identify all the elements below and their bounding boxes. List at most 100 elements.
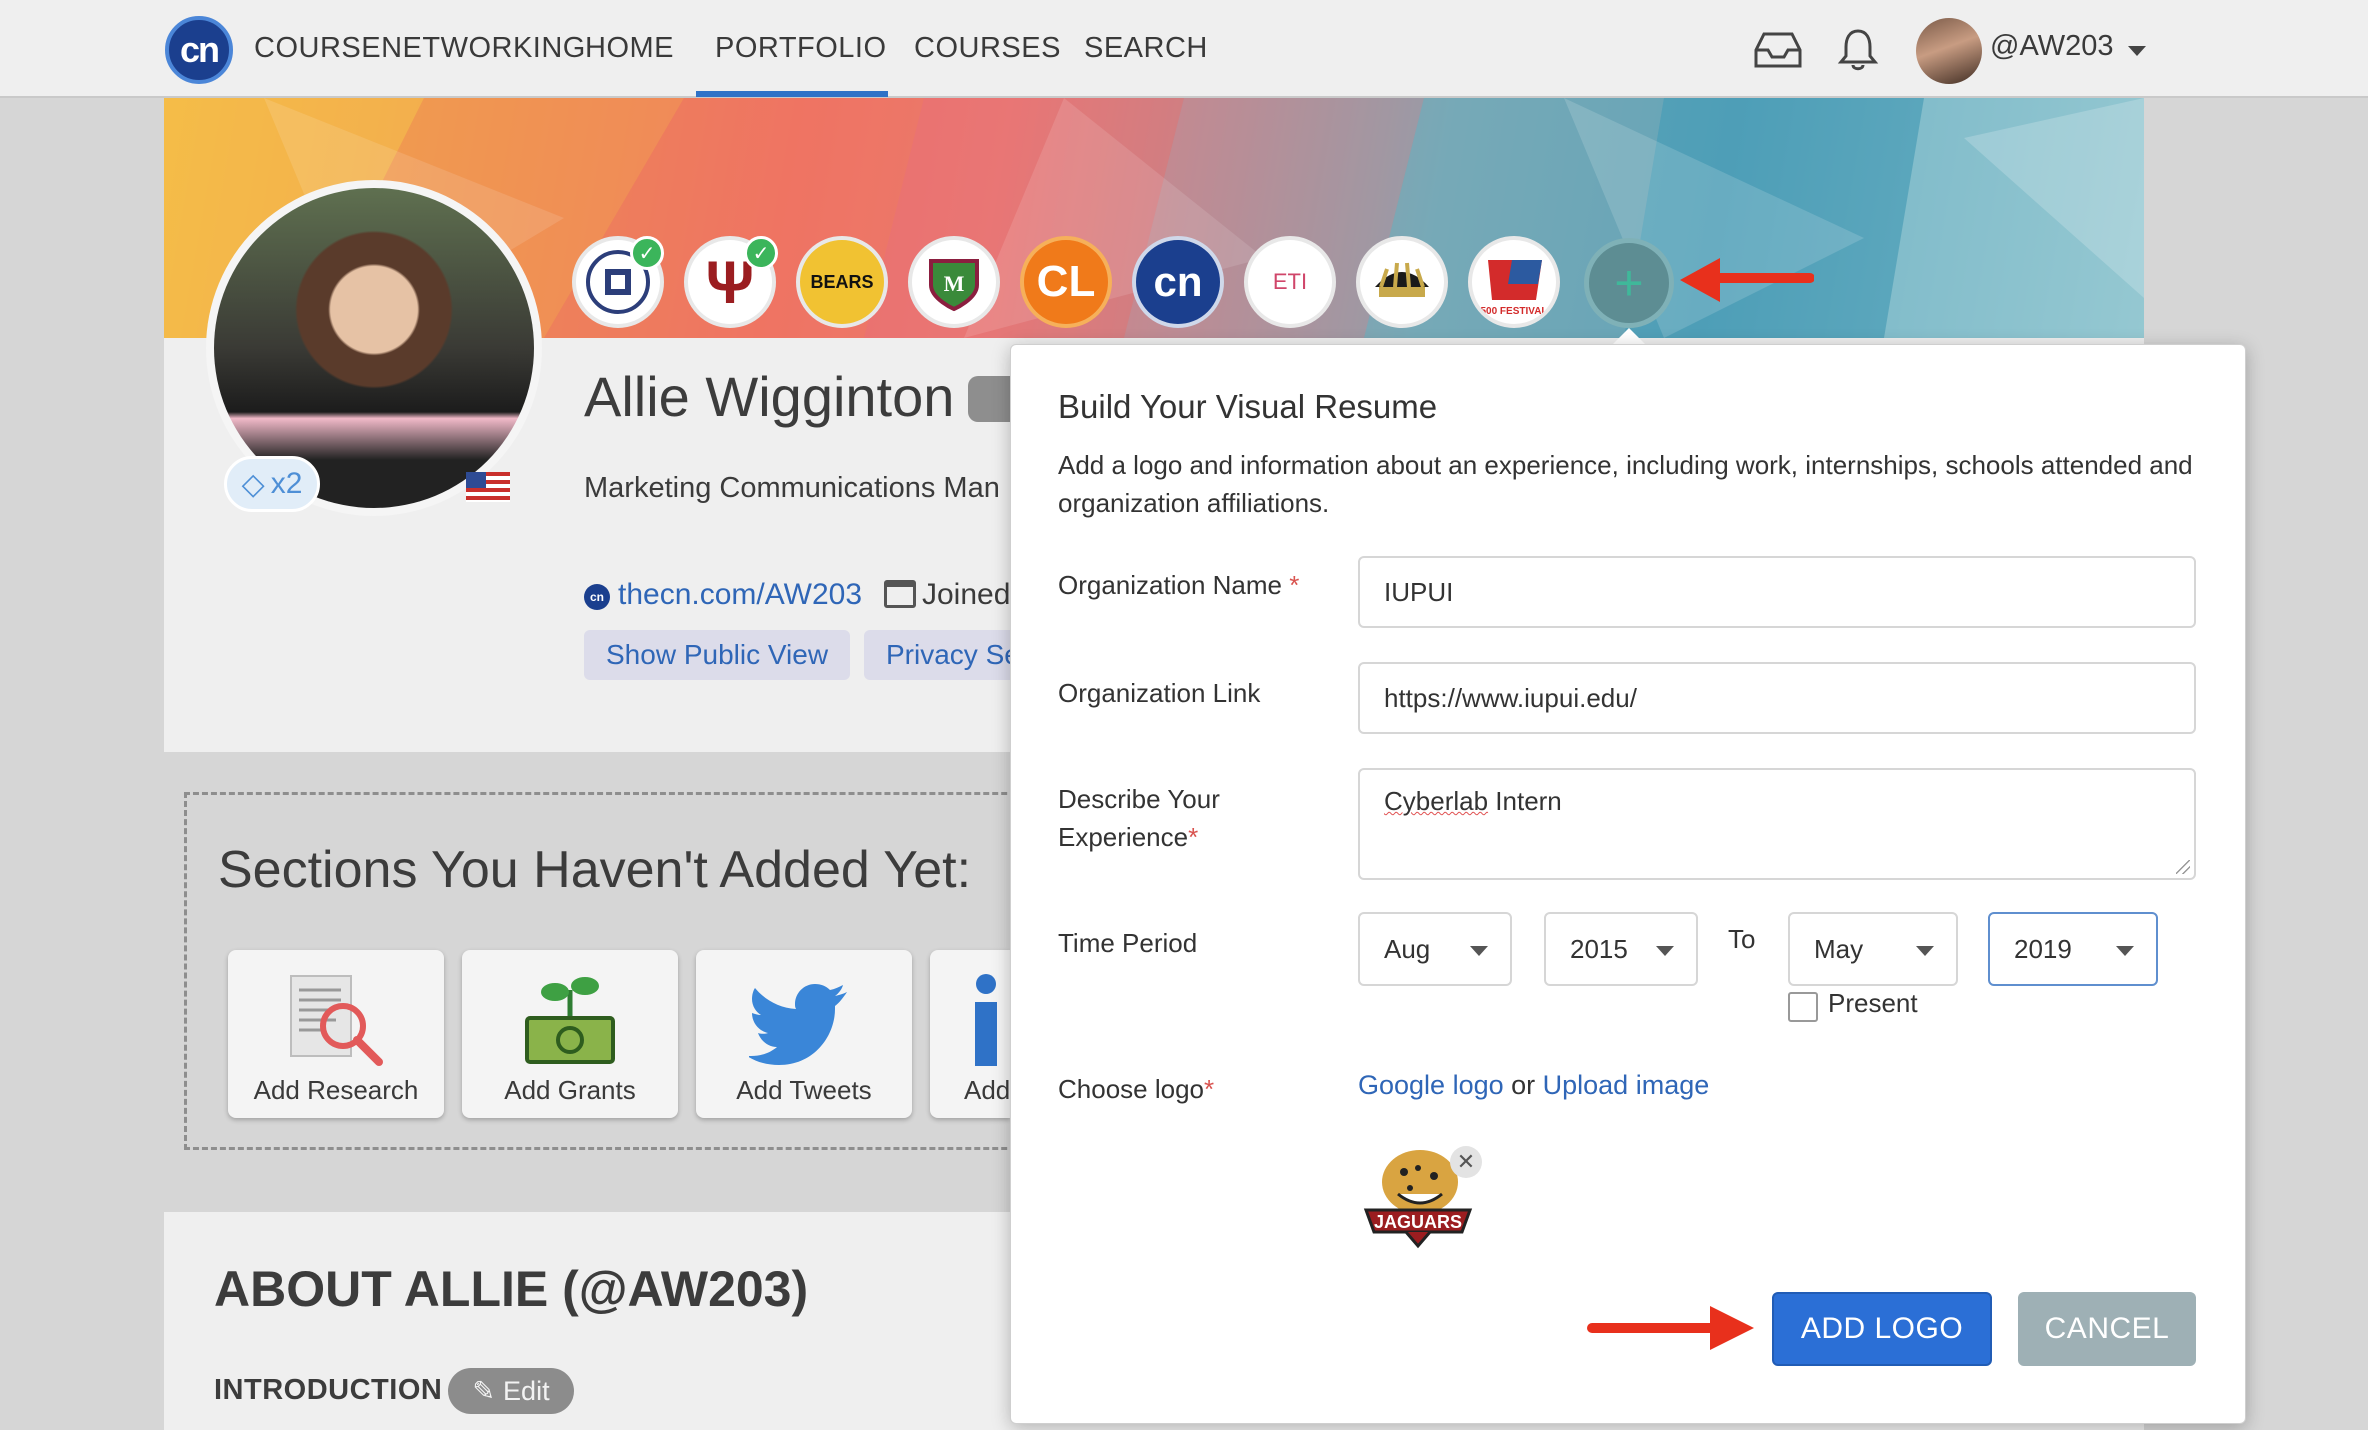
org-logo-school-crest[interactable]: M: [908, 236, 1000, 328]
describe-value-rest: Intern: [1488, 786, 1562, 816]
upload-image-link[interactable]: Upload image: [1543, 1070, 1710, 1100]
sections-title: Sections You Haven't Added Yet:: [218, 841, 972, 899]
required-mark: *: [1188, 822, 1199, 852]
nav-brand[interactable]: COURSENETWORKING: [254, 32, 586, 65]
present-label: Present: [1828, 988, 1918, 1018]
nav-active-indicator: [696, 91, 888, 97]
modal-description: Add a logo and information about an expe…: [1058, 450, 2193, 518]
add-info-tile[interactable]: Add: [930, 950, 1010, 1118]
show-public-view-button[interactable]: Show Public View: [584, 630, 851, 680]
describe-label-line2: Experience*: [1058, 818, 1198, 856]
jaguars-logo-text: JAGUARS: [1374, 1212, 1462, 1232]
end-month-value: May: [1814, 934, 1864, 964]
chevron-down-icon: [2116, 946, 2134, 956]
describe-experience-textarea[interactable]: Cyberlab Intern: [1358, 768, 2196, 880]
cancel-button[interactable]: CANCEL: [2018, 1292, 2196, 1366]
required-mark: *: [1289, 570, 1300, 600]
verified-check-icon: ✓: [744, 236, 778, 270]
resize-handle[interactable]: [2176, 860, 2190, 874]
add-grants-label: Add Grants: [504, 1075, 636, 1105]
edit-label: Edit: [503, 1375, 550, 1406]
or-text: or: [1503, 1070, 1543, 1100]
add-grants-tile[interactable]: Add Grants: [462, 950, 678, 1118]
modal-pointer: [1612, 328, 1646, 345]
nav-portfolio[interactable]: PORTFOLIO: [715, 32, 887, 65]
info-icon: [975, 974, 997, 1066]
research-icon: [290, 975, 383, 1066]
badge-count[interactable]: ◇ x2: [224, 456, 320, 512]
add-tweets-tile[interactable]: Add Tweets: [696, 950, 912, 1118]
verified-check-icon: ✓: [630, 236, 664, 270]
end-year-value: 2019: [2014, 934, 2072, 964]
edit-introduction-button[interactable]: ✎ Edit: [448, 1368, 574, 1414]
describe-value-misspelled: Cyberlab: [1384, 786, 1489, 816]
org-link-input[interactable]: https://www.iupui.edu/: [1358, 662, 2196, 734]
org-logo-500-festival[interactable]: 500 FESTIVAL: [1468, 236, 1560, 328]
nav-home[interactable]: HOME: [585, 32, 674, 65]
google-logo-link[interactable]: Google logo: [1358, 1070, 1504, 1100]
org-logo-bears[interactable]: BEARS: [796, 236, 888, 328]
add-research-label: Add Research: [253, 1075, 419, 1105]
profile-name: Allie Wigginton: [584, 365, 955, 428]
privacy-settings-button[interactable]: Privacy Se: [864, 630, 1010, 680]
org-name-input[interactable]: IUPUI: [1358, 556, 2196, 628]
add-logo-button[interactable]: +: [1584, 238, 1674, 328]
start-month-value: Aug: [1384, 934, 1431, 964]
end-month-select[interactable]: May: [1788, 912, 1958, 986]
org-logo-cl[interactable]: CL: [1020, 236, 1112, 328]
add-research-tile[interactable]: Add Research: [228, 950, 444, 1118]
start-year-value: 2015: [1570, 934, 1628, 964]
user-avatar[interactable]: [1916, 18, 1982, 84]
us-flag-icon: [466, 472, 510, 502]
user-handle[interactable]: @AW203: [1990, 30, 2113, 63]
joined-date: Joined: [922, 578, 1011, 611]
svg-text:M: M: [944, 271, 965, 296]
chevron-down-icon: [1470, 946, 1488, 956]
describe-label-text: Experience: [1058, 822, 1189, 852]
start-month-select[interactable]: Aug: [1358, 912, 1512, 986]
annotation-arrow-icon: [1680, 258, 1814, 302]
org-logo-eti[interactable]: ETI: [1244, 236, 1336, 328]
start-year-select[interactable]: 2015: [1544, 912, 1698, 986]
add-tweets-label: Add Tweets: [736, 1075, 872, 1105]
org-logo-500-festival-label: 500 FESTIVAL: [1480, 306, 1547, 317]
modal-title: Build Your Visual Resume: [1058, 388, 1438, 425]
diamond-icon: ◇: [241, 467, 265, 501]
nav-courses[interactable]: COURSES: [914, 32, 1061, 65]
describe-label-line1: Describe Your: [1058, 784, 1220, 814]
profile-url-link[interactable]: thecn.com/AW203: [618, 578, 862, 612]
org-logo-motor-speedway[interactable]: [1356, 236, 1448, 328]
time-period-label: Time Period: [1058, 928, 1198, 958]
pencil-icon: ✎: [472, 1375, 496, 1406]
add-logo-submit-button[interactable]: ADD LOGO: [1772, 1292, 1992, 1366]
required-mark: *: [1204, 1074, 1215, 1104]
twitter-icon: [749, 984, 847, 1065]
annotation-arrow-icon: [1587, 1306, 1754, 1350]
about-title: ABOUT ALLIE (@AW203): [214, 1261, 809, 1317]
choose-logo-text: Choose logo: [1058, 1074, 1204, 1104]
nav-search[interactable]: SEARCH: [1084, 32, 1208, 65]
present-checkbox[interactable]: [1788, 992, 1818, 1022]
chevron-down-icon[interactable]: [2128, 46, 2146, 56]
org-link-label: Organization Link: [1058, 678, 1261, 708]
inbox-icon[interactable]: [1752, 26, 1804, 72]
choose-logo-options: Google logo or Upload image: [1358, 1070, 1709, 1101]
chevron-down-icon: [1656, 946, 1674, 956]
coursenetworking-logo[interactable]: cn: [165, 16, 233, 84]
bell-icon[interactable]: [1832, 26, 1884, 72]
cn-link-icon: cn: [584, 584, 610, 610]
top-navbar: cn COURSENETWORKING HOME PORTFOLIO COURS…: [0, 0, 2368, 98]
profile-title: Marketing Communications Man: [584, 472, 1000, 504]
badge-count-text: x2: [270, 467, 303, 500]
remove-logo-icon[interactable]: ✕: [1450, 1146, 1482, 1178]
org-logo-coursenetworking[interactable]: cn: [1132, 236, 1224, 328]
chevron-down-icon: [1916, 946, 1934, 956]
end-year-select[interactable]: 2019: [1988, 912, 2158, 986]
to-label: To: [1728, 924, 1756, 954]
choose-logo-label: Choose logo*: [1058, 1070, 1214, 1108]
introduction-label: INTRODUCTION: [214, 1374, 443, 1406]
org-name-label: Organization Name *: [1058, 566, 1299, 604]
org-name-label-text: Organization Name: [1058, 570, 1282, 600]
grants-icon: [525, 977, 615, 1064]
add-info-label: Add: [964, 1075, 1010, 1105]
